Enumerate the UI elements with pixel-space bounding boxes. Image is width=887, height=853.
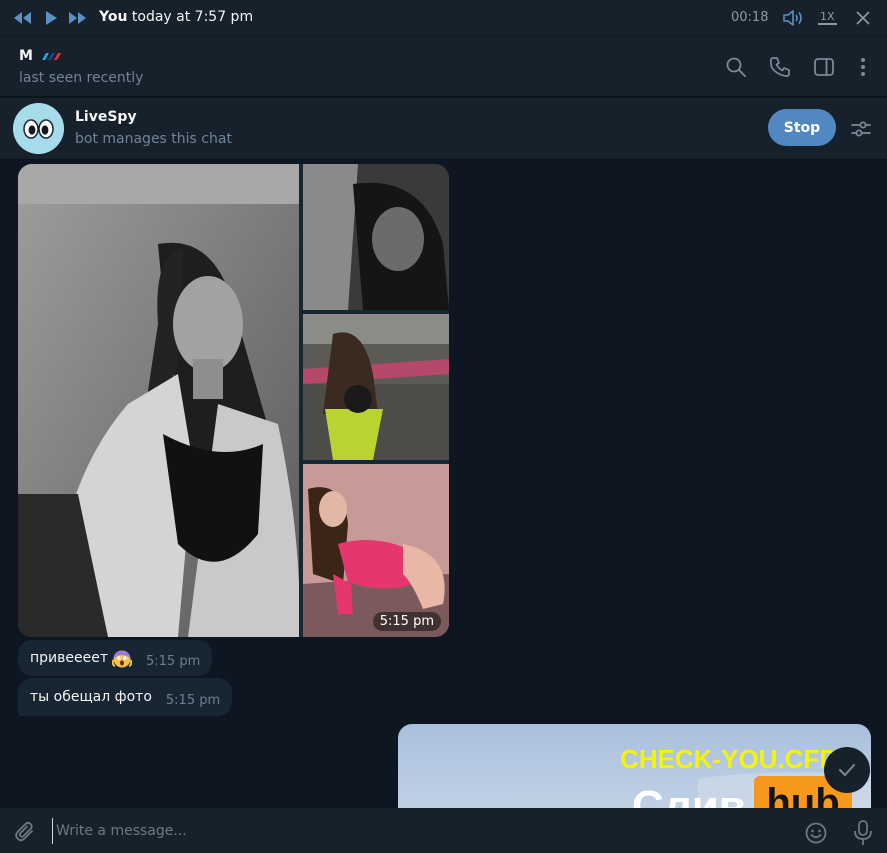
more-icon[interactable] bbox=[852, 56, 874, 78]
attach-icon[interactable] bbox=[13, 820, 37, 848]
chat-status: last seen recently bbox=[19, 70, 144, 86]
watermark-text: Слив bbox=[632, 782, 746, 808]
chat-title-text: M bbox=[19, 48, 33, 64]
message-bubble-2[interactable]: ты обещал фото 5:15 pm bbox=[18, 678, 233, 716]
message-input[interactable] bbox=[52, 818, 792, 844]
watermark-domain: CHECK-YOU.CFD bbox=[620, 744, 839, 774]
chat-title[interactable]: M bbox=[19, 48, 64, 64]
bot-manage-bar: LiveSpy bot manages this chat Stop bbox=[0, 98, 887, 160]
rewind-icon[interactable] bbox=[12, 7, 34, 29]
outgoing-photo[interactable]: CHECK-YOU.CFD Слив hub bbox=[398, 724, 871, 808]
microphone-icon[interactable] bbox=[852, 819, 874, 851]
player-track-date: today at 7:57 pm bbox=[127, 9, 254, 25]
eyes-icon bbox=[13, 103, 64, 154]
settings-sliders-icon[interactable] bbox=[850, 118, 872, 140]
message-time: 5:15 pm bbox=[165, 692, 221, 708]
messages-area[interactable]: 5:15 pm привеееет 5:15 pm ты обещал фото… bbox=[0, 161, 887, 808]
volume-icon[interactable] bbox=[782, 7, 804, 29]
audio-player-bar: You today at 7:57 pm 00:18 1X bbox=[0, 0, 887, 37]
message-time: 5:15 pm bbox=[146, 653, 201, 669]
playback-speed-button[interactable]: 1X bbox=[818, 10, 837, 25]
close-icon[interactable] bbox=[852, 7, 874, 29]
bot-subtitle: bot manages this chat bbox=[75, 131, 232, 147]
message-text: ты обещал фото bbox=[30, 689, 152, 705]
phone-icon[interactable] bbox=[769, 56, 791, 78]
player-track-title: You today at 7:57 pm bbox=[99, 9, 253, 25]
scroll-to-bottom-button[interactable] bbox=[824, 747, 870, 793]
search-icon[interactable] bbox=[725, 56, 747, 78]
chat-header: M last seen recently bbox=[0, 37, 887, 97]
screaming-face-emoji-icon bbox=[111, 648, 133, 668]
play-icon[interactable] bbox=[40, 7, 62, 29]
fast-forward-icon[interactable] bbox=[66, 7, 88, 29]
album-photo-3[interactable] bbox=[303, 314, 449, 460]
stop-bot-button[interactable]: Stop bbox=[768, 109, 836, 146]
m-stripes-icon bbox=[41, 52, 61, 60]
emoji-icon[interactable] bbox=[804, 821, 828, 849]
message-bubble-1[interactable]: привеееет 5:15 pm bbox=[18, 640, 213, 676]
photo-album[interactable]: 5:15 pm bbox=[18, 164, 449, 637]
bot-name: LiveSpy bbox=[75, 109, 137, 125]
message-composer bbox=[0, 808, 887, 853]
album-timestamp: 5:15 pm bbox=[372, 612, 441, 631]
album-photo-2[interactable] bbox=[303, 164, 449, 310]
check-icon bbox=[839, 764, 855, 776]
album-photo-1[interactable] bbox=[18, 164, 299, 637]
bot-avatar[interactable] bbox=[13, 103, 64, 154]
sidebar-toggle-icon[interactable] bbox=[813, 56, 835, 78]
player-time: 00:18 bbox=[731, 10, 769, 25]
message-text: привеееет bbox=[30, 650, 108, 666]
player-track-author: You bbox=[99, 9, 128, 25]
